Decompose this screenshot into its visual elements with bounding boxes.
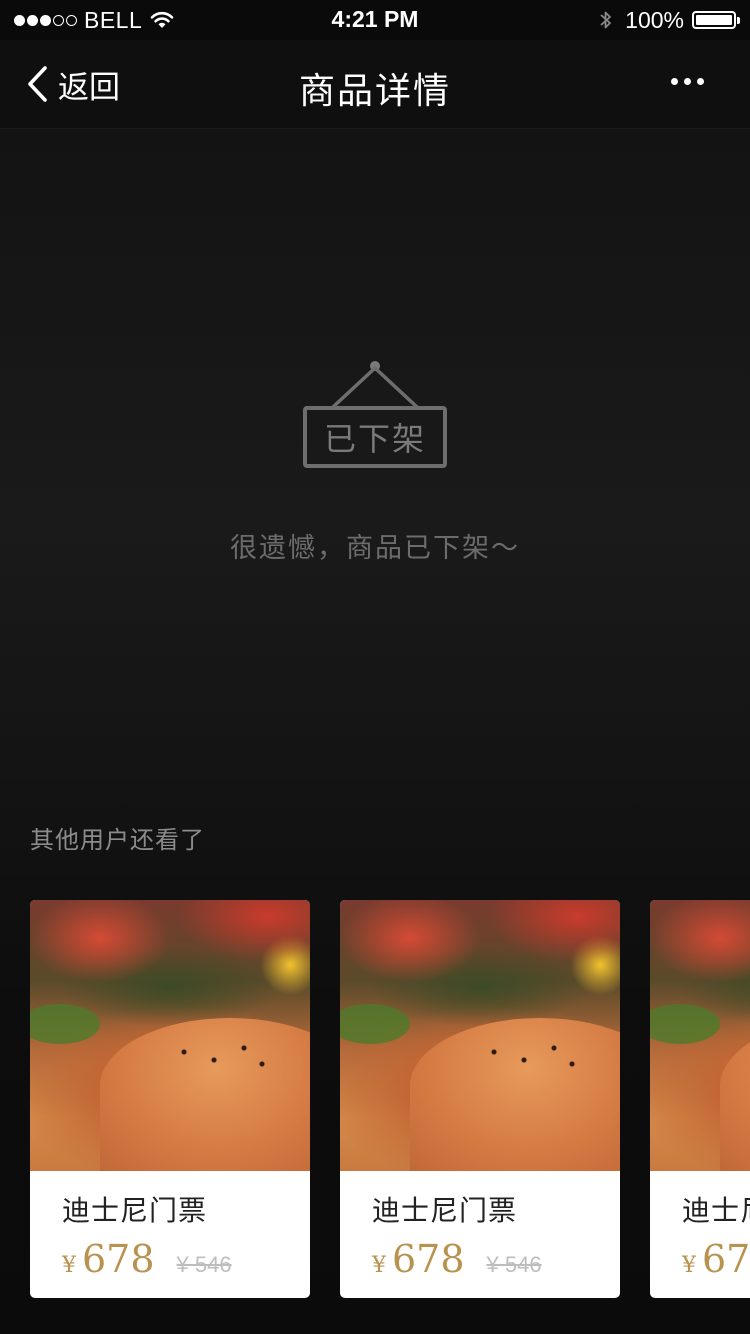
product-card-body: 迪士尼门票 ¥ 678 ¥ 546	[30, 1171, 310, 1281]
product-card[interactable]: 迪士尼门票 ¥ 678 ¥ 546	[30, 900, 310, 1298]
battery-percentage: 100%	[625, 6, 684, 33]
original-price: ¥ 546	[486, 1252, 542, 1277]
product-image	[340, 900, 620, 1171]
battery-level	[696, 15, 732, 25]
price-row: ¥ 678 ¥ 546	[62, 1237, 280, 1281]
image-detail	[100, 1018, 310, 1171]
product-price: 678	[82, 1237, 155, 1281]
more-dot-icon	[684, 78, 691, 85]
navigation-bar: 返回 商品详情	[0, 40, 750, 129]
recommendations-list[interactable]: 迪士尼门票 ¥ 678 ¥ 546 迪士尼门票 ¥ 678 ¥ 546 迪士 ¥…	[30, 900, 750, 1300]
original-price: ¥ 546	[176, 1252, 232, 1277]
bluetooth-icon	[599, 8, 625, 32]
recommendations-title: 其他用户还看了	[30, 826, 205, 854]
image-detail	[340, 1004, 410, 1044]
removed-sign-label: 已下架	[323, 420, 426, 458]
product-image	[650, 900, 750, 1171]
price-row: ¥ 678	[682, 1237, 750, 1281]
image-detail	[30, 1004, 100, 1044]
more-dot-icon	[697, 78, 704, 85]
empty-state: 已下架 很遗憾，商品已下架～	[0, 356, 750, 565]
product-name: 迪士尼门票	[372, 1194, 518, 1227]
empty-state-message: 很遗憾，商品已下架～	[230, 533, 520, 564]
currency-symbol: ¥	[682, 1253, 696, 1278]
product-price: 678	[702, 1237, 750, 1281]
currency-symbol: ¥	[372, 1253, 386, 1278]
product-card-body: 迪士尼门票 ¥ 678 ¥ 546	[340, 1171, 620, 1281]
image-detail	[650, 1004, 720, 1044]
price-row: ¥ 678 ¥ 546	[372, 1237, 590, 1281]
product-name: 迪士尼门票	[682, 1194, 750, 1227]
image-detail	[720, 1018, 750, 1171]
status-right: 100%	[599, 6, 740, 34]
status-bar: BELL 4:21 PM 100%	[0, 0, 750, 40]
product-detail-page: BELL 4:21 PM 100% 返回 商品详情 已下架 很遗憾，商品已下架～…	[0, 0, 750, 1334]
product-card-body: 迪士尼门票 ¥ 678	[650, 1171, 750, 1281]
product-card[interactable]: 迪士尼门票 ¥ 678	[650, 900, 750, 1298]
removed-sign: 已下架	[303, 406, 447, 468]
more-options-button[interactable]	[671, 78, 704, 85]
hanging-sign-icon	[331, 361, 419, 408]
page-title: 商品详情	[298, 71, 451, 112]
product-price: 678	[392, 1237, 465, 1281]
product-image	[30, 900, 310, 1171]
image-detail	[410, 1018, 620, 1171]
currency-symbol: ¥	[62, 1253, 76, 1278]
product-card[interactable]: 迪士尼门票 ¥ 678 ¥ 546	[340, 900, 620, 1298]
battery-icon	[692, 11, 740, 29]
product-name: 迪士尼门票	[62, 1194, 208, 1227]
more-dot-icon	[671, 78, 678, 85]
